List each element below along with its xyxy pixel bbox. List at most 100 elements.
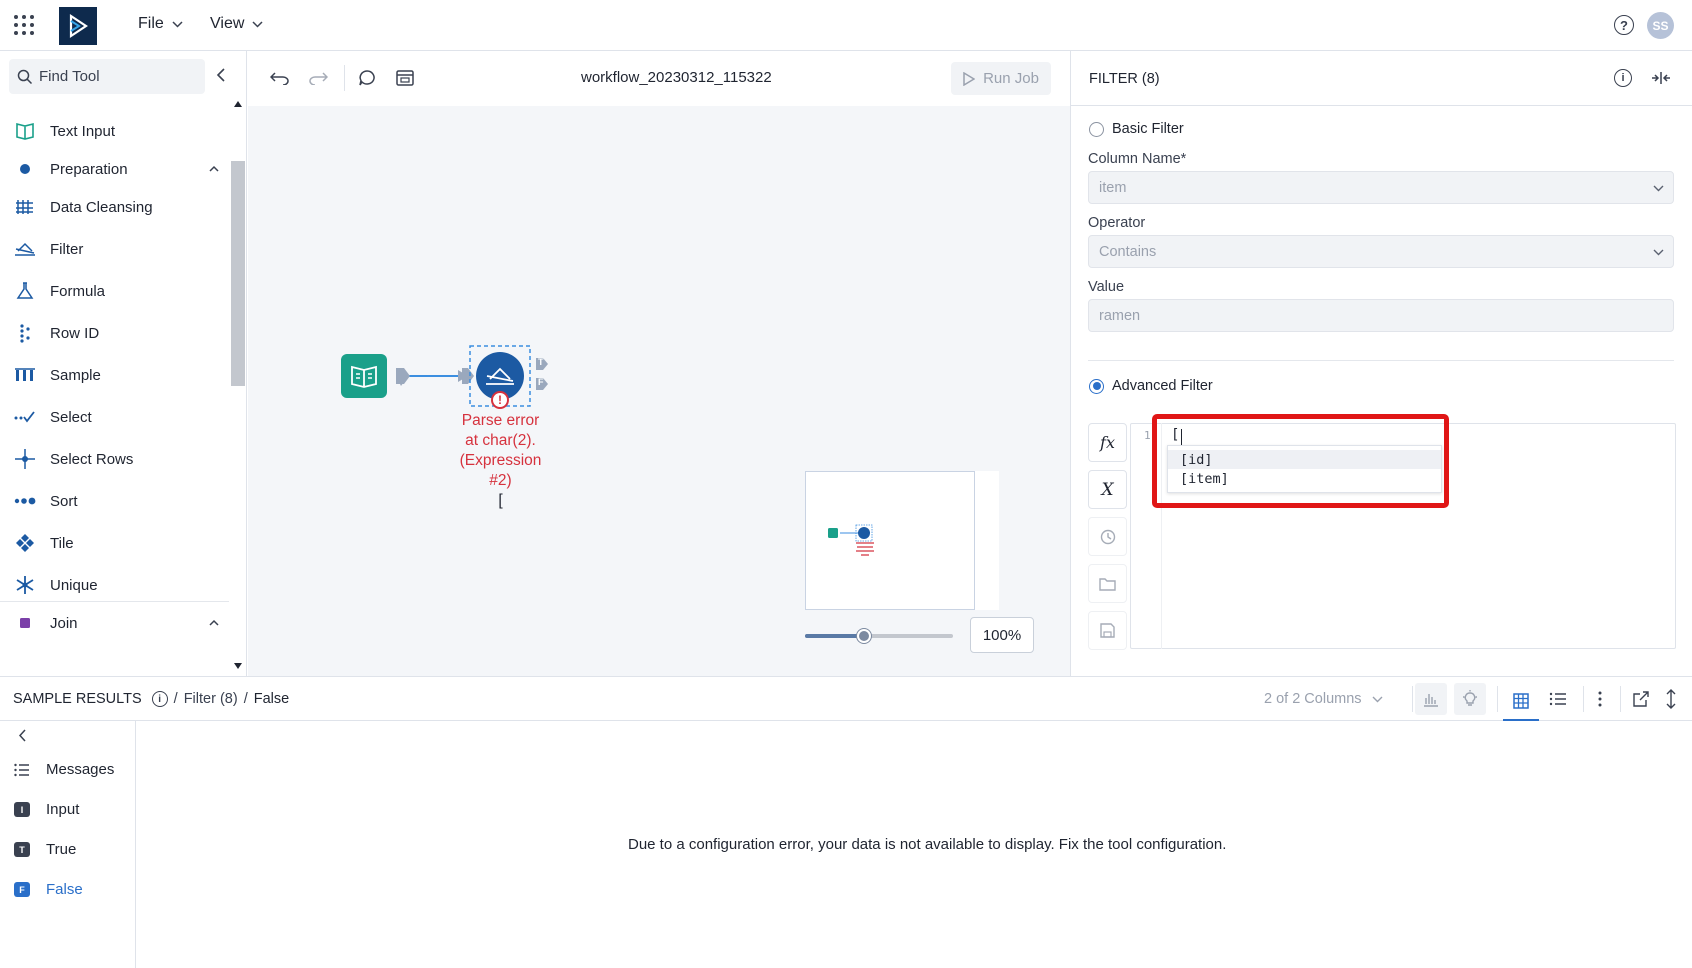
columns-selector[interactable]: 2 of 2 Columns bbox=[1264, 691, 1383, 707]
basic-filter-option[interactable]: Basic Filter bbox=[1089, 121, 1184, 137]
breadcrumb-separator: / bbox=[173, 691, 178, 707]
workflow-canvas[interactable]: T F ! Parse error at char(2). (Expressio… bbox=[248, 106, 1070, 676]
avatar[interactable]: SS bbox=[1647, 12, 1674, 39]
run-job-button[interactable]: Run Job bbox=[951, 62, 1051, 95]
save-expression-button[interactable] bbox=[1088, 611, 1127, 650]
chevron-down-icon bbox=[1653, 249, 1664, 256]
breadcrumb-output: False bbox=[253, 691, 290, 707]
minimap[interactable] bbox=[805, 471, 975, 610]
tool-text-input[interactable]: Text Input bbox=[0, 111, 229, 151]
flask-icon bbox=[14, 280, 36, 302]
results-nav-input[interactable]: I Input bbox=[14, 801, 79, 818]
value-input[interactable]: ramen bbox=[1088, 299, 1674, 332]
menu-file[interactable]: File bbox=[138, 15, 183, 33]
undo-icon[interactable] bbox=[270, 71, 290, 85]
results-nav-messages[interactable]: Messages bbox=[14, 761, 114, 778]
results-nav-label: False bbox=[46, 881, 83, 898]
tool-label: Formula bbox=[50, 282, 106, 300]
text-input-node[interactable] bbox=[341, 354, 387, 398]
true-badge-icon: T bbox=[14, 842, 30, 857]
sample-icon bbox=[14, 364, 36, 386]
tool-row-id[interactable]: Row ID bbox=[0, 313, 229, 353]
results-nav-label: Messages bbox=[46, 761, 115, 778]
resize-vertical-icon[interactable] bbox=[1665, 689, 1677, 709]
error-line: Parse error bbox=[461, 412, 540, 429]
collapse-panel-icon[interactable] bbox=[1651, 70, 1671, 86]
zoom-level[interactable]: 100% bbox=[970, 617, 1034, 653]
zoom-slider-fill bbox=[805, 634, 865, 638]
minimap-margin bbox=[975, 471, 999, 610]
info-icon[interactable]: i bbox=[151, 691, 168, 707]
open-external-icon[interactable] bbox=[1633, 691, 1649, 707]
sidebar-scroll-thumb[interactable] bbox=[231, 161, 245, 386]
tool-formula[interactable]: Formula bbox=[0, 271, 229, 311]
tool-select-rows[interactable]: Select Rows bbox=[0, 439, 229, 479]
results-nav-true[interactable]: T True bbox=[14, 841, 76, 858]
advanced-filter-radio[interactable] bbox=[1089, 378, 1104, 394]
basic-filter-radio[interactable] bbox=[1089, 121, 1104, 137]
apps-grid-icon[interactable] bbox=[14, 15, 34, 35]
comment-icon[interactable] bbox=[358, 69, 376, 87]
advanced-filter-option[interactable]: Advanced Filter bbox=[1089, 378, 1213, 394]
square-icon bbox=[14, 612, 36, 634]
lightbulb-icon bbox=[1463, 690, 1477, 706]
tool-filter[interactable]: Filter bbox=[0, 229, 229, 269]
collapse-left-icon[interactable] bbox=[216, 68, 226, 82]
error-icon[interactable]: ! bbox=[491, 391, 509, 409]
recent-expressions-button[interactable] bbox=[1088, 517, 1127, 556]
section-join[interactable]: Join bbox=[0, 607, 229, 639]
chevron-up-icon[interactable] bbox=[209, 618, 219, 628]
scroll-down-icon[interactable] bbox=[234, 663, 242, 669]
menu-view[interactable]: View bbox=[210, 15, 263, 33]
breadcrumb-tool[interactable]: Filter (8) bbox=[184, 691, 238, 707]
workflow-title[interactable]: workflow_20230312_115322 bbox=[581, 69, 772, 86]
tool-label: Sample bbox=[50, 366, 101, 384]
more-options-icon[interactable] bbox=[1598, 691, 1602, 707]
find-tool-input[interactable] bbox=[39, 68, 199, 85]
tool-tile[interactable]: Tile bbox=[0, 523, 229, 563]
find-tool-search[interactable] bbox=[9, 59, 205, 94]
grid-view-button[interactable] bbox=[1503, 683, 1539, 721]
table-icon bbox=[1513, 693, 1529, 709]
chevron-down-icon bbox=[1653, 185, 1664, 192]
tool-label: Data Cleansing bbox=[50, 198, 153, 216]
advanced-filter-label: Advanced Filter bbox=[1112, 378, 1213, 394]
operator-value: Contains bbox=[1099, 243, 1157, 260]
unique-icon bbox=[14, 574, 36, 596]
variables-button[interactable]: X bbox=[1088, 470, 1127, 509]
tool-data-cleansing[interactable]: Data Cleansing bbox=[0, 187, 229, 227]
tool-unique[interactable]: Unique bbox=[0, 565, 229, 605]
redo-icon[interactable] bbox=[308, 71, 328, 85]
scroll-up-icon[interactable] bbox=[234, 101, 242, 107]
config-panel: FILTER (8) i Basic Filter Column Name* i… bbox=[1070, 51, 1692, 676]
column-name-select[interactable]: item bbox=[1088, 171, 1674, 204]
tool-select[interactable]: Select bbox=[0, 397, 229, 437]
tool-label: Select bbox=[50, 408, 92, 426]
section-preparation[interactable]: Preparation bbox=[0, 149, 229, 189]
search-icon bbox=[17, 69, 33, 84]
tool-label: Row ID bbox=[50, 324, 100, 342]
results-nav-false[interactable]: F False bbox=[14, 881, 83, 898]
insights-button[interactable] bbox=[1454, 683, 1486, 715]
tool-sort[interactable]: Sort bbox=[0, 481, 229, 521]
line-number: 1 bbox=[1144, 429, 1151, 442]
info-icon[interactable]: i bbox=[1614, 69, 1632, 87]
tool-sidebar: Text Input Preparation Data Cleansing Fi… bbox=[0, 51, 247, 676]
error-line: #2) bbox=[489, 472, 512, 489]
chevron-left-icon[interactable] bbox=[18, 729, 27, 742]
divider bbox=[1088, 360, 1674, 361]
app-logo[interactable] bbox=[59, 7, 97, 45]
functions-button[interactable]: fx bbox=[1088, 423, 1127, 462]
container-icon[interactable] bbox=[396, 70, 414, 86]
help-icon[interactable]: ? bbox=[1614, 15, 1634, 35]
profile-button[interactable] bbox=[1415, 683, 1447, 715]
operator-select[interactable]: Contains bbox=[1088, 235, 1674, 268]
chevron-up-icon[interactable] bbox=[209, 164, 219, 174]
save-icon bbox=[1100, 623, 1115, 638]
open-expression-button[interactable] bbox=[1088, 564, 1127, 603]
filter-icon bbox=[14, 238, 36, 260]
tool-sample[interactable]: Sample bbox=[0, 355, 229, 395]
list-view-icon[interactable] bbox=[1549, 691, 1567, 707]
tool-label: Select Rows bbox=[50, 450, 134, 468]
sort-icon bbox=[14, 490, 36, 512]
